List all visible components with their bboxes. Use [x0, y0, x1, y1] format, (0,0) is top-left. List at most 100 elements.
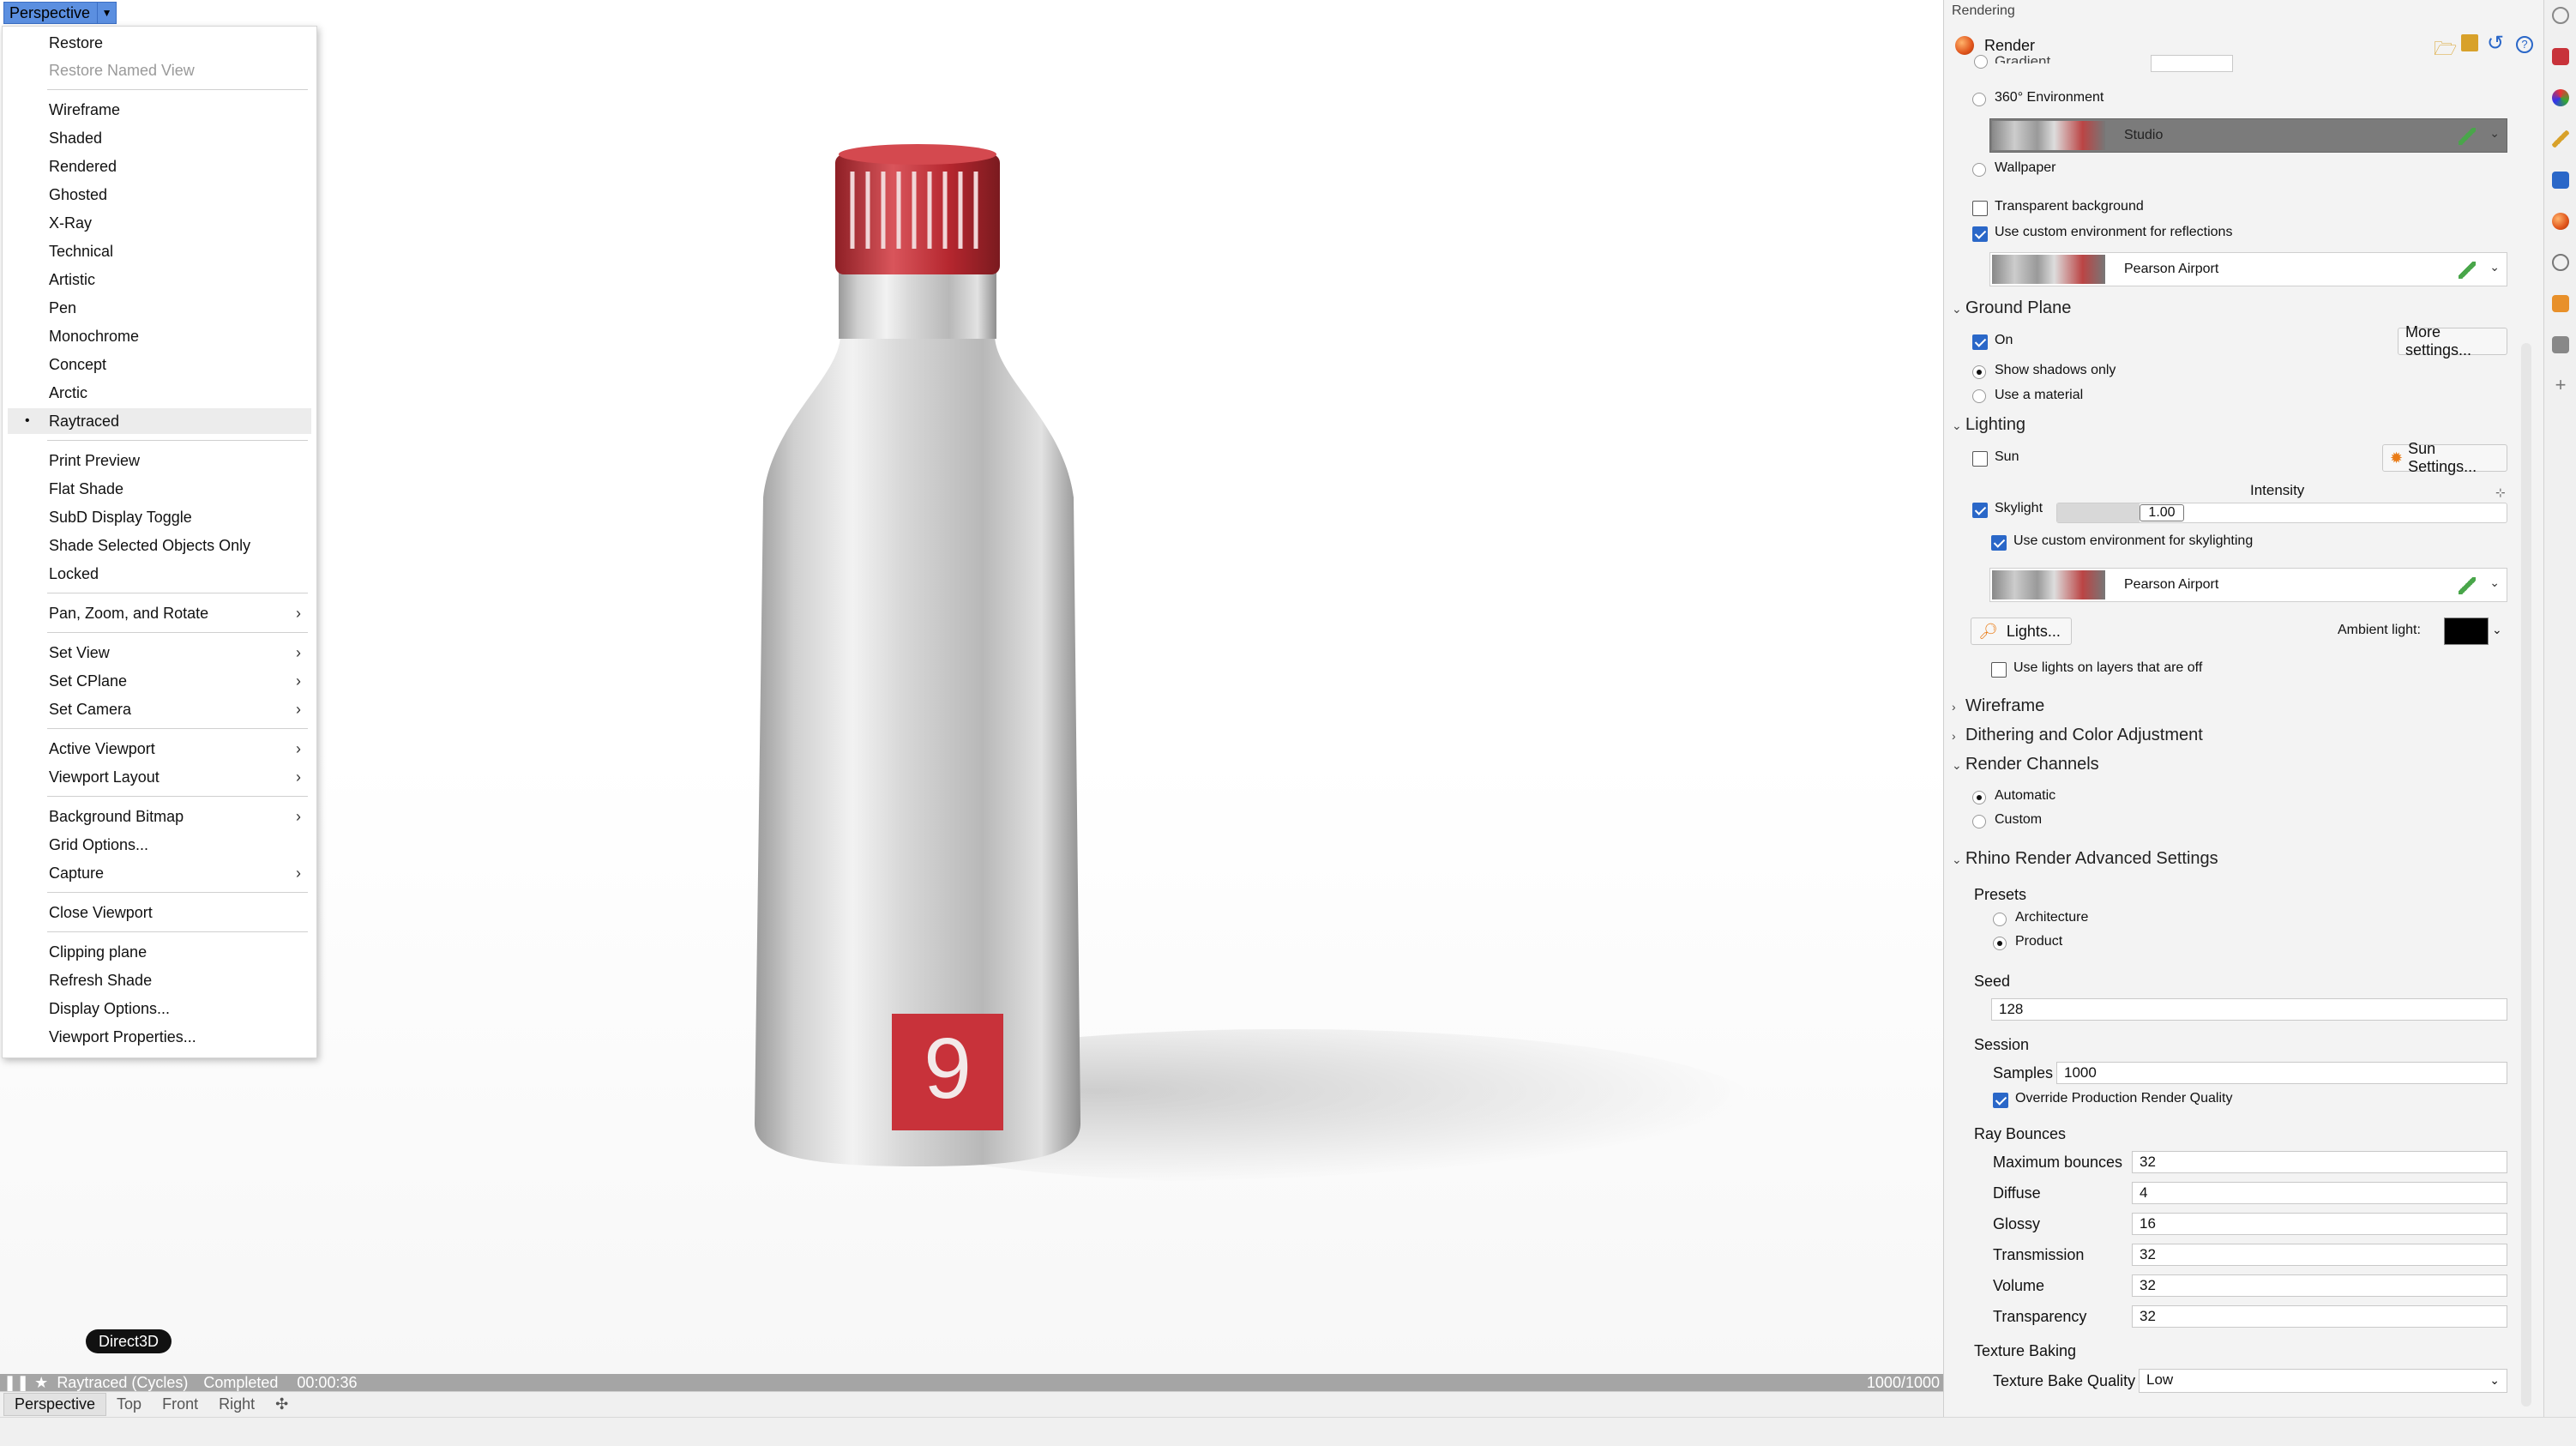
help-icon[interactable]: ?	[2516, 36, 2533, 53]
chevron-down-icon[interactable]: ⌄	[2489, 260, 2500, 274]
chevron-down-icon[interactable]: ⌄	[2489, 126, 2500, 141]
menu-item-set-view[interactable]: Set View ›	[3, 640, 316, 666]
named-views-icon[interactable]	[2552, 336, 2569, 353]
menu-item-grid-options[interactable]: Grid Options...	[3, 832, 316, 858]
channels-automatic-radio[interactable]	[1972, 791, 1986, 804]
menu-item-subd-display-toggle[interactable]: SubD Display Toggle	[3, 504, 316, 530]
more-settings-button[interactable]: More settings...	[2398, 323, 2507, 358]
env360-selector[interactable]: Studio ⌄	[1989, 118, 2507, 153]
menu-item-print-preview[interactable]: Print Preview	[3, 448, 316, 473]
menu-item-arctic[interactable]: Arctic	[3, 380, 316, 406]
layers-icon[interactable]	[2552, 48, 2569, 65]
menu-item-locked[interactable]: Locked	[3, 561, 316, 587]
gradient-radio[interactable]	[1974, 55, 1988, 69]
volume-input[interactable]: 32	[2132, 1274, 2507, 1297]
menu-item-ghosted[interactable]: Ghosted	[3, 182, 316, 208]
menu-item-display-options[interactable]: Display Options...	[3, 996, 316, 1021]
gradient-swatch[interactable]	[2151, 55, 2233, 72]
star-icon[interactable]: ★	[34, 1374, 48, 1391]
panel-scrollbar[interactable]	[2521, 343, 2531, 1407]
menu-item-restore[interactable]: Restore	[3, 30, 316, 56]
tab-front[interactable]: Front	[152, 1394, 208, 1415]
pencil-icon[interactable]	[2459, 128, 2476, 145]
skylight-env-selector[interactable]: Pearson Airport ⌄	[1989, 568, 2507, 602]
menu-item-viewport-layout[interactable]: Viewport Layout ›	[3, 764, 316, 790]
skylight-intensity-slider[interactable]: 1.00	[2056, 503, 2507, 523]
reflection-env-selector[interactable]: Pearson Airport ⌄	[1989, 252, 2507, 286]
env360-radio[interactable]	[1972, 93, 1986, 106]
add-viewport-icon[interactable]: ✣	[265, 1394, 298, 1415]
chevron-down-icon[interactable]: ⌄	[2492, 623, 2502, 637]
menu-item-shaded[interactable]: Shaded	[3, 125, 316, 151]
custom-reflect-checkbox[interactable]	[1972, 226, 1988, 242]
tab-top[interactable]: Top	[106, 1394, 152, 1415]
pencil-icon[interactable]	[2459, 262, 2476, 279]
menu-item-wireframe[interactable]: Wireframe	[3, 97, 316, 123]
menu-item-concept[interactable]: Concept	[3, 352, 316, 377]
skylight-value[interactable]: 1.00	[2140, 504, 2184, 521]
viewport-title[interactable]: Perspective	[4, 4, 97, 22]
preset-architecture-radio[interactable]	[1993, 913, 2007, 926]
menu-item-monochrome[interactable]: Monochrome	[3, 323, 316, 349]
tab-perspective[interactable]: Perspective	[3, 1393, 107, 1416]
layers-off-checkbox[interactable]	[1991, 662, 2007, 678]
lights-button[interactable]: 🔎︎ Lights...	[1971, 618, 2072, 645]
menu-item-refresh-shade[interactable]: Refresh Shade	[3, 967, 316, 993]
perspective-viewport[interactable]: 9 Direct3D Perspective ▼ Restore Restore…	[0, 0, 1943, 1374]
ambient-color-swatch[interactable]	[2444, 618, 2489, 645]
channels-custom-radio[interactable]	[1972, 815, 1986, 828]
custom-sky-checkbox[interactable]	[1991, 535, 2007, 551]
sun-settings-button[interactable]: ✹ Sun Settings...	[2382, 440, 2507, 475]
transparent-bg-checkbox[interactable]	[1972, 201, 1988, 216]
pencil-icon[interactable]	[2459, 577, 2476, 594]
tab-right[interactable]: Right	[208, 1394, 265, 1415]
ground-plane-on-checkbox[interactable]	[1972, 334, 1988, 350]
bake-quality-select[interactable]: Low ⌄	[2139, 1369, 2507, 1393]
save-icon[interactable]	[2461, 34, 2478, 51]
sun-checkbox[interactable]	[1972, 451, 1988, 467]
reset-icon[interactable]: ↺	[2487, 31, 2504, 56]
glossy-input[interactable]: 16	[2132, 1213, 2507, 1235]
menu-item-pan-zoom-rotate[interactable]: Pan, Zoom, and Rotate ›	[3, 600, 316, 626]
menu-item-active-viewport[interactable]: Active Viewport ›	[3, 736, 316, 762]
section-render-channels[interactable]: ⌄ Render Channels	[1952, 755, 2099, 774]
menu-item-set-cplane[interactable]: Set CPlane ›	[3, 668, 316, 694]
transparency-input[interactable]: 32	[2132, 1305, 2507, 1328]
wallpaper-radio[interactable]	[1972, 163, 1986, 177]
menu-item-close-viewport[interactable]: Close Viewport	[3, 900, 316, 925]
help-panel-icon[interactable]	[2552, 172, 2569, 189]
preset-product-radio[interactable]	[1993, 937, 2007, 950]
viewport-title-button[interactable]: Perspective ▼	[3, 2, 117, 24]
section-dithering[interactable]: › Dithering and Color Adjustment	[1952, 726, 2203, 745]
section-ground-plane[interactable]: ⌄ Ground Plane	[1952, 298, 2071, 318]
menu-item-set-camera[interactable]: Set Camera ›	[3, 696, 316, 722]
samples-input[interactable]: 1000	[2056, 1062, 2507, 1084]
shadows-only-radio[interactable]	[1972, 365, 1986, 379]
menu-item-background-bitmap[interactable]: Background Bitmap ›	[3, 804, 316, 829]
section-lighting[interactable]: ⌄ Lighting	[1952, 415, 2025, 435]
menu-item-viewport-properties[interactable]: Viewport Properties...	[3, 1024, 316, 1050]
section-advanced-settings[interactable]: ⌄ Rhino Render Advanced Settings	[1952, 849, 2218, 869]
rendering-tab-icon[interactable]	[2552, 213, 2569, 230]
settings-gear-icon[interactable]	[2552, 7, 2569, 24]
menu-item-capture[interactable]: Capture ›	[3, 860, 316, 886]
pause-icon[interactable]: ❚❚	[3, 1374, 29, 1391]
menu-item-xray[interactable]: X-Ray	[3, 210, 316, 236]
open-folder-icon[interactable]: 🗁	[2434, 34, 2457, 67]
environment-icon[interactable]	[2552, 254, 2569, 271]
libraries-icon[interactable]	[2552, 295, 2569, 312]
skylight-checkbox[interactable]	[1972, 503, 1988, 518]
transmission-input[interactable]: 32	[2132, 1244, 2507, 1266]
menu-item-clipping-plane[interactable]: Clipping plane	[3, 939, 316, 965]
add-panel-icon[interactable]: +	[2552, 376, 2569, 395]
max-bounces-input[interactable]: 32	[2132, 1151, 2507, 1173]
chevron-down-icon[interactable]: ⌄	[2489, 575, 2500, 590]
materials-icon[interactable]	[2552, 89, 2569, 106]
display-icon[interactable]	[2552, 130, 2569, 148]
use-material-radio[interactable]	[1972, 389, 1986, 403]
menu-item-rendered[interactable]: Rendered	[3, 154, 316, 179]
override-quality-checkbox[interactable]	[1993, 1093, 2008, 1108]
menu-item-raytraced[interactable]: • Raytraced	[8, 408, 311, 434]
menu-item-pen[interactable]: Pen	[3, 295, 316, 321]
chevron-down-icon[interactable]: ▼	[97, 3, 116, 23]
